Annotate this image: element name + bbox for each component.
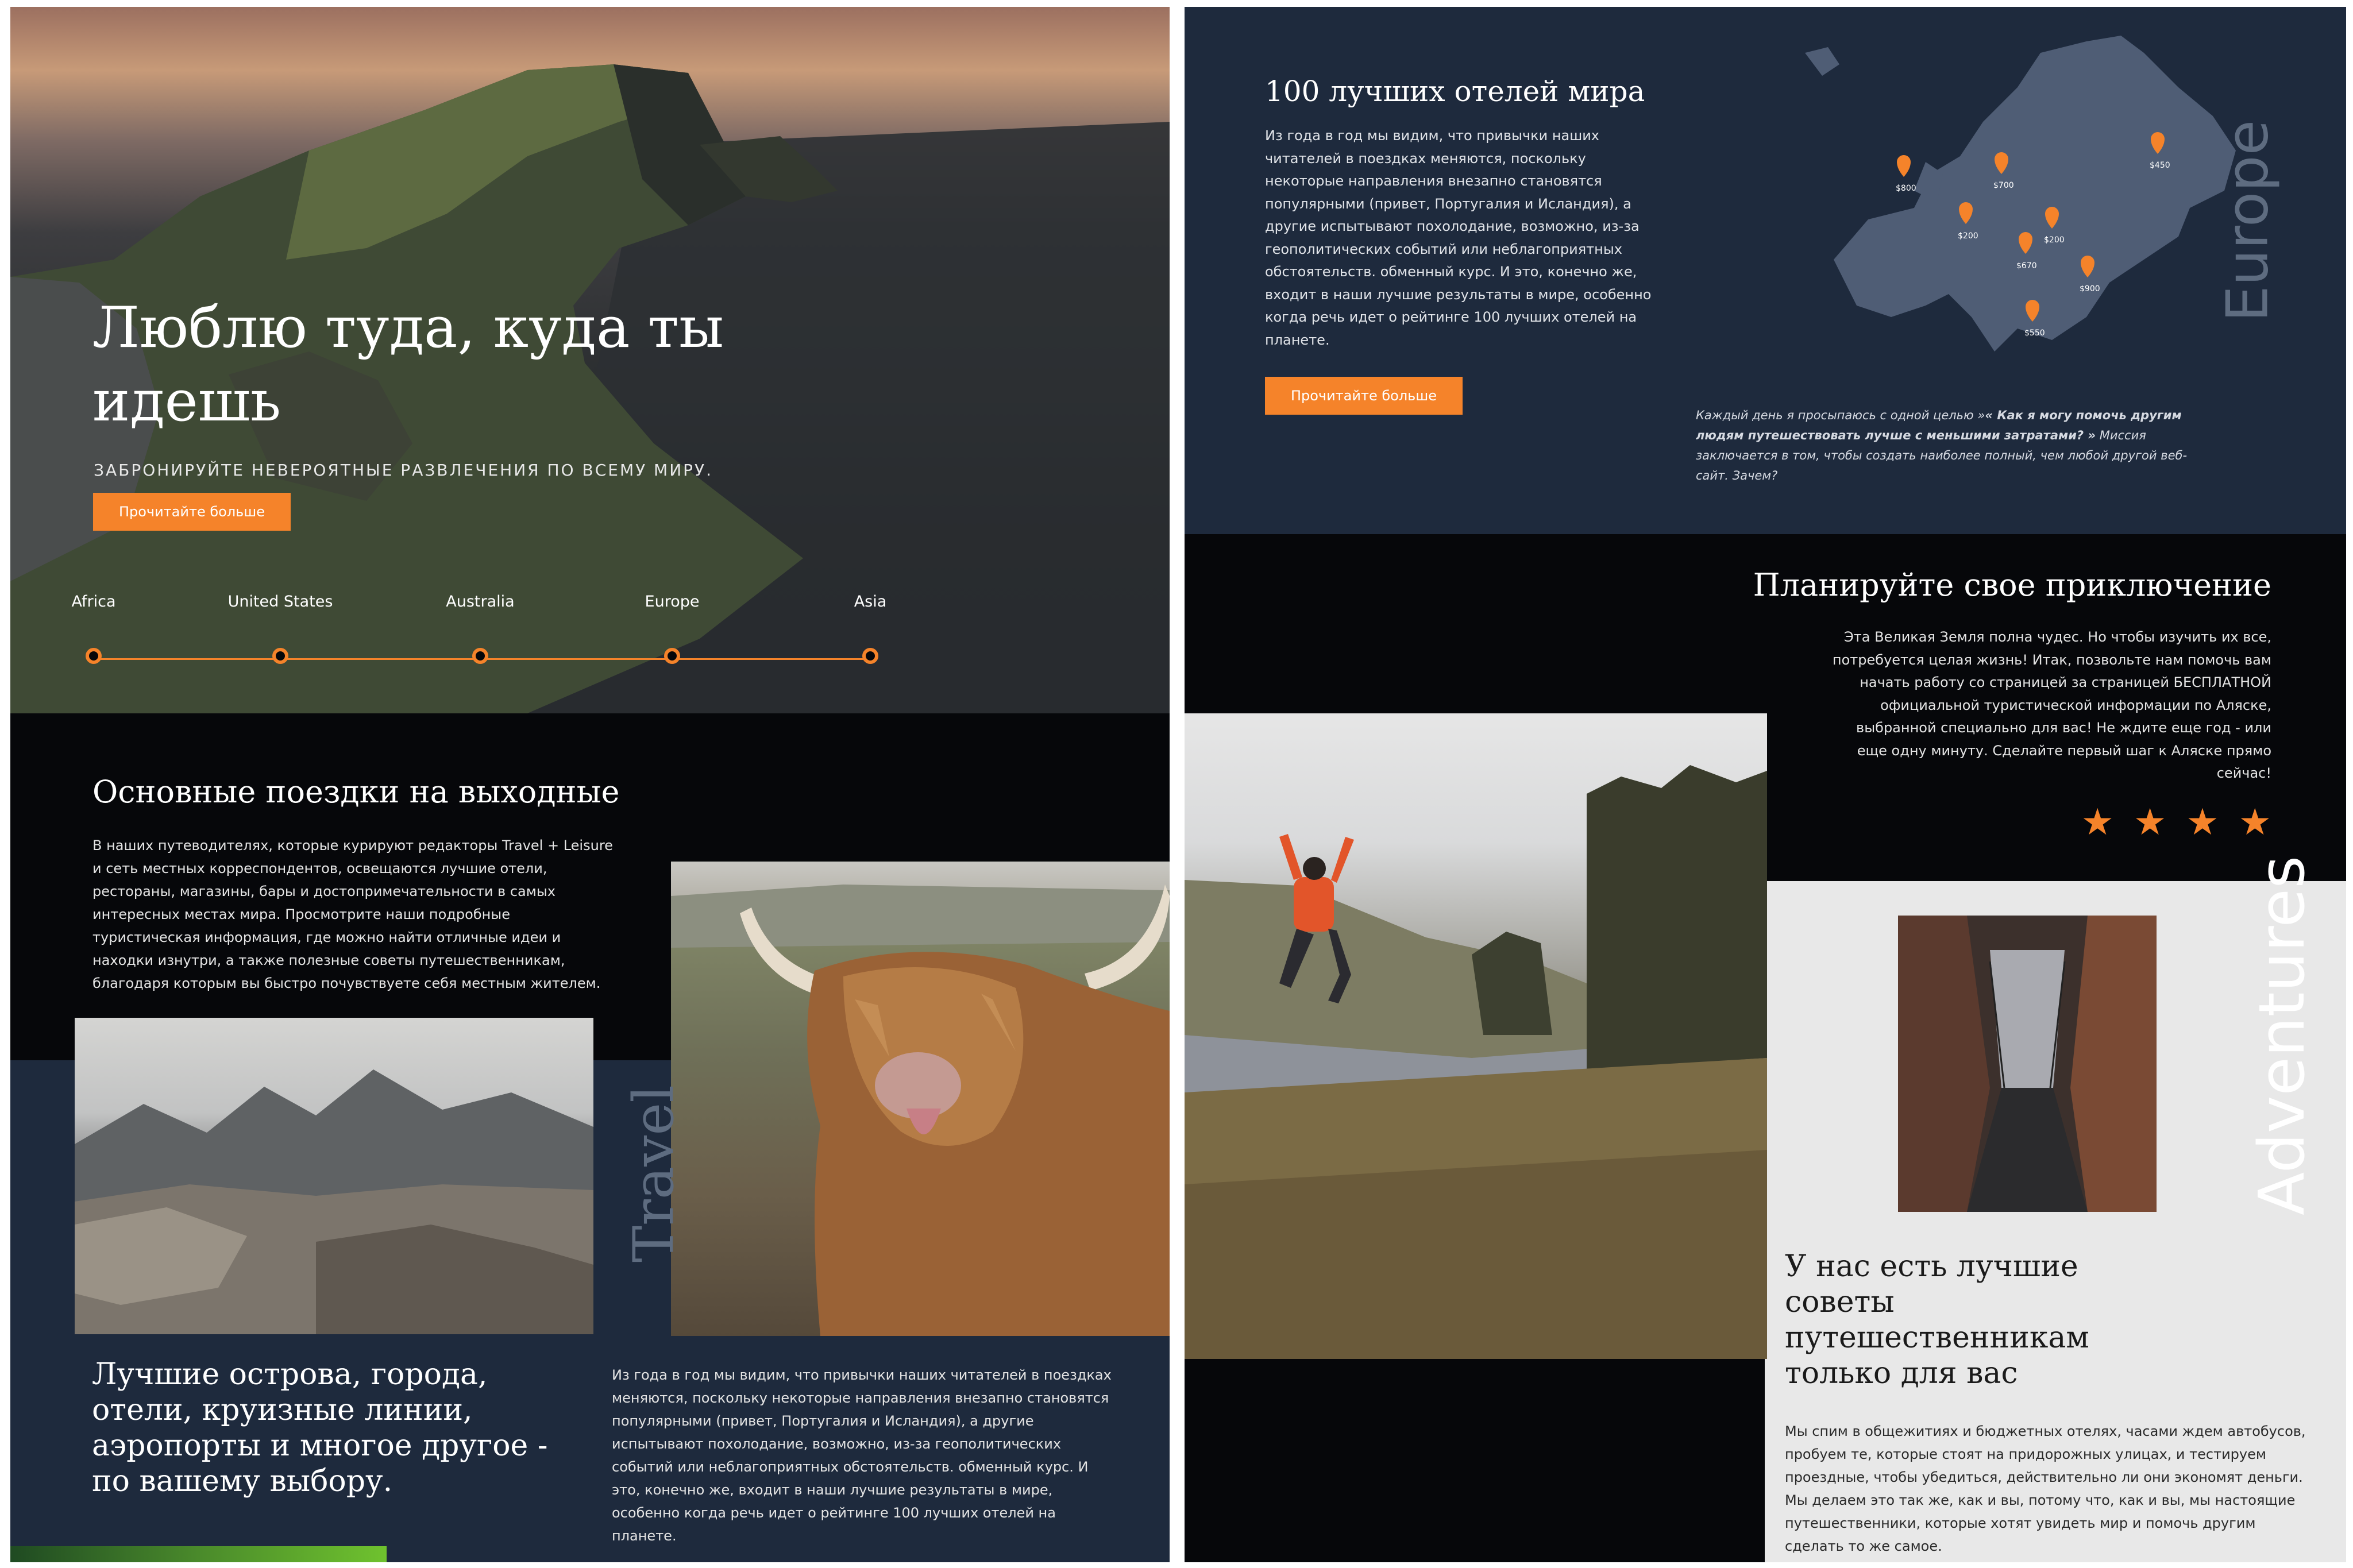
hero-section: Люблю туда, куда ты идешь ЗАБРОНИРУЙТЕ Н… (10, 7, 1170, 713)
green-gradient-strip (10, 1546, 387, 1562)
timeline-label: Asia (854, 593, 887, 611)
best-tips-text: Мы спим в общежитиях и бюджетных отелях,… (1785, 1423, 2306, 1554)
travel-vertical-label: Travel (622, 1085, 686, 1262)
timeline-stop-africa[interactable]: Africa (30, 593, 157, 667)
star-icon: ★ (2238, 801, 2271, 844)
weekend-trips-text: В наших путеводителях, которые курируют … (92, 837, 613, 991)
mountains-photo (75, 1018, 593, 1334)
star-icon: ★ (2186, 801, 2219, 844)
pin-price: $700 (1993, 181, 2014, 190)
timeline-label: United States (227, 593, 333, 611)
highland-cow-photo (671, 862, 1170, 1336)
timeline-dot (664, 648, 680, 664)
timeline-label: Europe (645, 593, 700, 611)
read-more-button[interactable]: Прочитайте больше (93, 493, 291, 531)
timeline-stop-europe[interactable]: Europe (609, 593, 735, 667)
europe-vertical-label: Europe (2213, 119, 2281, 322)
pin-price: $200 (2044, 235, 2065, 245)
weekend-trips-title: Основные поездки на выходные (92, 774, 620, 810)
quote-start: Каждый день я просыпаюсь с одной целью » (1696, 408, 1985, 422)
islands-cities-heading: Лучшие острова, города, отели, круизные … (92, 1357, 548, 1499)
timeline-stop-asia[interactable]: Asia (807, 593, 934, 667)
top-hotels-section: 100 лучших отелей мира Из года в год мы … (1185, 7, 2346, 534)
iceland-shape (1805, 47, 1839, 76)
timeline-label: Australia (446, 593, 515, 611)
mission-quote: Каждый день я просыпаюсь с одной целью »… (1696, 405, 2213, 486)
top-hotels-text: Из года в год мы видим, что привычки наш… (1265, 128, 1652, 348)
timeline-dot (272, 648, 288, 664)
timeline-dot (86, 648, 102, 664)
hero-title: Люблю туда, куда ты идешь (92, 295, 724, 434)
rating-stars: ★ ★ ★ ★ (2081, 804, 2272, 841)
timeline-stop-australia[interactable]: Australia (417, 593, 543, 667)
hero-subtitle: ЗАБРОНИРУЙТЕ НЕВЕРОЯТНЫЕ РАЗВЛЕЧЕНИЯ ПО … (94, 461, 713, 480)
plan-adventure-title: Планируйте свое приключение (1753, 567, 2271, 603)
star-icon: ★ (2133, 801, 2167, 844)
jumping-traveler-photo (1185, 713, 1767, 1359)
adventures-vertical-label: Adventures (2245, 855, 2319, 1215)
europe-map: $800 $700 $450 $200 $200 $670 $900 $550 (1805, 36, 2236, 352)
timeline-dot (862, 648, 878, 664)
left-page: Люблю туда, куда ты идешь ЗАБРОНИРУЙТЕ Н… (10, 7, 1170, 1562)
read-more-button[interactable]: Прочитайте больше (1265, 377, 1463, 415)
destination-timeline: Africa United States Australia Europe As… (10, 593, 987, 673)
pin-price: $550 (2024, 329, 2045, 338)
hotels-trend-text: Из года в год мы видим, что привычки наш… (612, 1367, 1112, 1544)
best-tips-title: У нас есть лучшие советы путешественника… (1785, 1249, 2089, 1391)
pin-price: $670 (2016, 261, 2037, 271)
timeline-stop-united-states[interactable]: United States (217, 593, 344, 667)
bridge-photo (1898, 916, 2157, 1212)
plan-adventure-text: Эта Великая Земля полна чудес. Но чтобы … (1832, 629, 2271, 781)
timeline-label: Africa (71, 593, 116, 611)
pin-price: $800 (1896, 184, 1916, 193)
pin-price: $900 (2080, 284, 2100, 293)
top-hotels-title: 100 лучших отелей мира (1265, 75, 1645, 108)
map-pin[interactable]: $800 (1896, 155, 1916, 193)
pin-price: $450 (2150, 161, 2170, 170)
star-icon: ★ (2081, 801, 2114, 844)
pin-price: $200 (1958, 231, 1978, 241)
timeline-dot (472, 648, 488, 664)
right-page: 100 лучших отелей мира Из года в год мы … (1185, 7, 2346, 1562)
